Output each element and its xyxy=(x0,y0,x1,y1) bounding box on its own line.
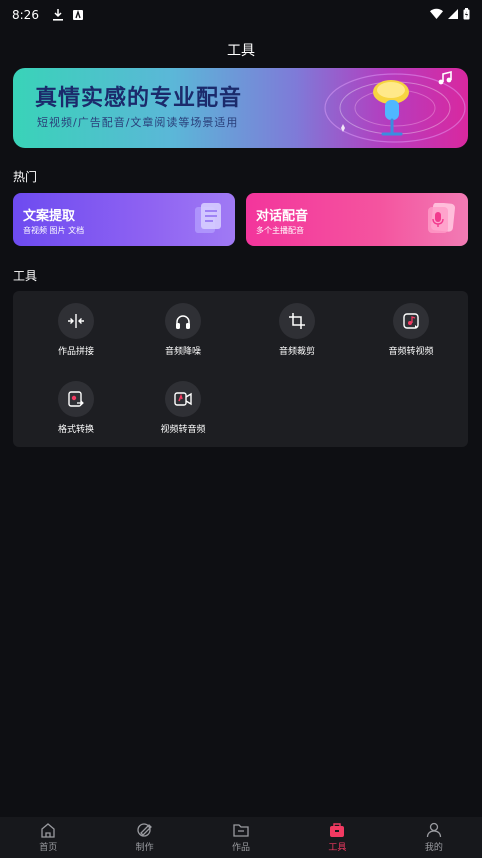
text-extract-desc: 音视频 图片 文档 xyxy=(23,226,85,235)
microphone-illustration-icon xyxy=(324,70,466,143)
tool-merge-works-label: 作品拼接 xyxy=(57,347,94,357)
wifi-icon xyxy=(430,8,443,22)
banner-headline: 真情实感的专业配音 xyxy=(35,86,243,111)
toolbox-icon xyxy=(330,823,345,837)
tool-audio-to-video-label: 音频转视频 xyxy=(388,347,434,357)
folder-icon xyxy=(233,824,249,837)
tool-video-to-audio-label: 视频转音频 xyxy=(160,425,206,435)
nav-home[interactable]: 首页 xyxy=(0,817,96,858)
tool-format-convert[interactable]: 格式转换 xyxy=(26,381,126,441)
crop-icon xyxy=(279,303,315,339)
tools-panel: 作品拼接 音频降噪 音频裁剪 音频转视频 格式转换 视频转音频 xyxy=(13,291,468,447)
signal-icon xyxy=(448,8,458,22)
tool-merge-works[interactable]: 作品拼接 xyxy=(26,303,126,363)
audio-to-video-icon xyxy=(393,303,429,339)
nav-works[interactable]: 作品 xyxy=(193,817,289,858)
nav-home-label: 首页 xyxy=(39,843,58,853)
notification-app-icon xyxy=(71,8,85,22)
nav-works-label: 作品 xyxy=(232,843,251,853)
dialog-dubbing-card[interactable]: 对话配音 多个主播配音 xyxy=(246,193,468,246)
merge-icon xyxy=(58,303,94,339)
dialog-dubbing-desc: 多个主播配音 xyxy=(256,226,304,235)
headphones-icon xyxy=(165,303,201,339)
page-title: 工具 xyxy=(227,43,255,59)
home-icon xyxy=(41,823,55,838)
banner-subtitle: 短视频/广告配音/文章阅读等场景适用 xyxy=(37,116,239,129)
nav-create[interactable]: 制作 xyxy=(96,817,192,858)
document-icon xyxy=(195,203,221,233)
text-extract-card[interactable]: 文案提取 音视频 图片 文档 xyxy=(13,193,235,246)
format-convert-icon xyxy=(58,381,94,417)
mic-card-icon xyxy=(428,203,456,233)
video-to-audio-icon xyxy=(165,381,201,417)
nav-profile-label: 我的 xyxy=(424,843,443,853)
tools-section-label: 工具 xyxy=(13,269,38,283)
dialog-dubbing-title: 对话配音 xyxy=(256,209,309,224)
download-icon xyxy=(51,8,65,22)
tool-audio-crop-label: 音频裁剪 xyxy=(278,347,315,357)
status-bar: 8:26 xyxy=(0,0,482,30)
tool-format-convert-label: 格式转换 xyxy=(57,425,94,435)
nav-tools-label: 工具 xyxy=(328,843,347,853)
text-extract-title: 文案提取 xyxy=(23,209,76,224)
hot-section-label: 热门 xyxy=(13,170,38,184)
bottom-nav: 首页 制作 作品 工具 我的 xyxy=(0,817,482,858)
nav-profile[interactable]: 我的 xyxy=(386,817,482,858)
tool-audio-to-video[interactable]: 音频转视频 xyxy=(361,303,461,363)
tool-audio-crop[interactable]: 音频裁剪 xyxy=(247,303,347,363)
create-icon xyxy=(136,823,152,837)
tool-video-to-audio[interactable]: 视频转音频 xyxy=(133,381,233,441)
status-time: 8:26 xyxy=(12,8,39,22)
profile-icon xyxy=(426,822,441,838)
tool-audio-denoise-label: 音频降噪 xyxy=(164,347,201,357)
promo-banner[interactable]: 真情实感的专业配音 短视频/广告配音/文章阅读等场景适用 xyxy=(13,68,468,148)
nav-create-label: 制作 xyxy=(135,843,154,853)
nav-tools[interactable]: 工具 xyxy=(289,817,385,858)
battery-icon xyxy=(463,7,470,23)
tool-audio-denoise[interactable]: 音频降噪 xyxy=(133,303,233,363)
